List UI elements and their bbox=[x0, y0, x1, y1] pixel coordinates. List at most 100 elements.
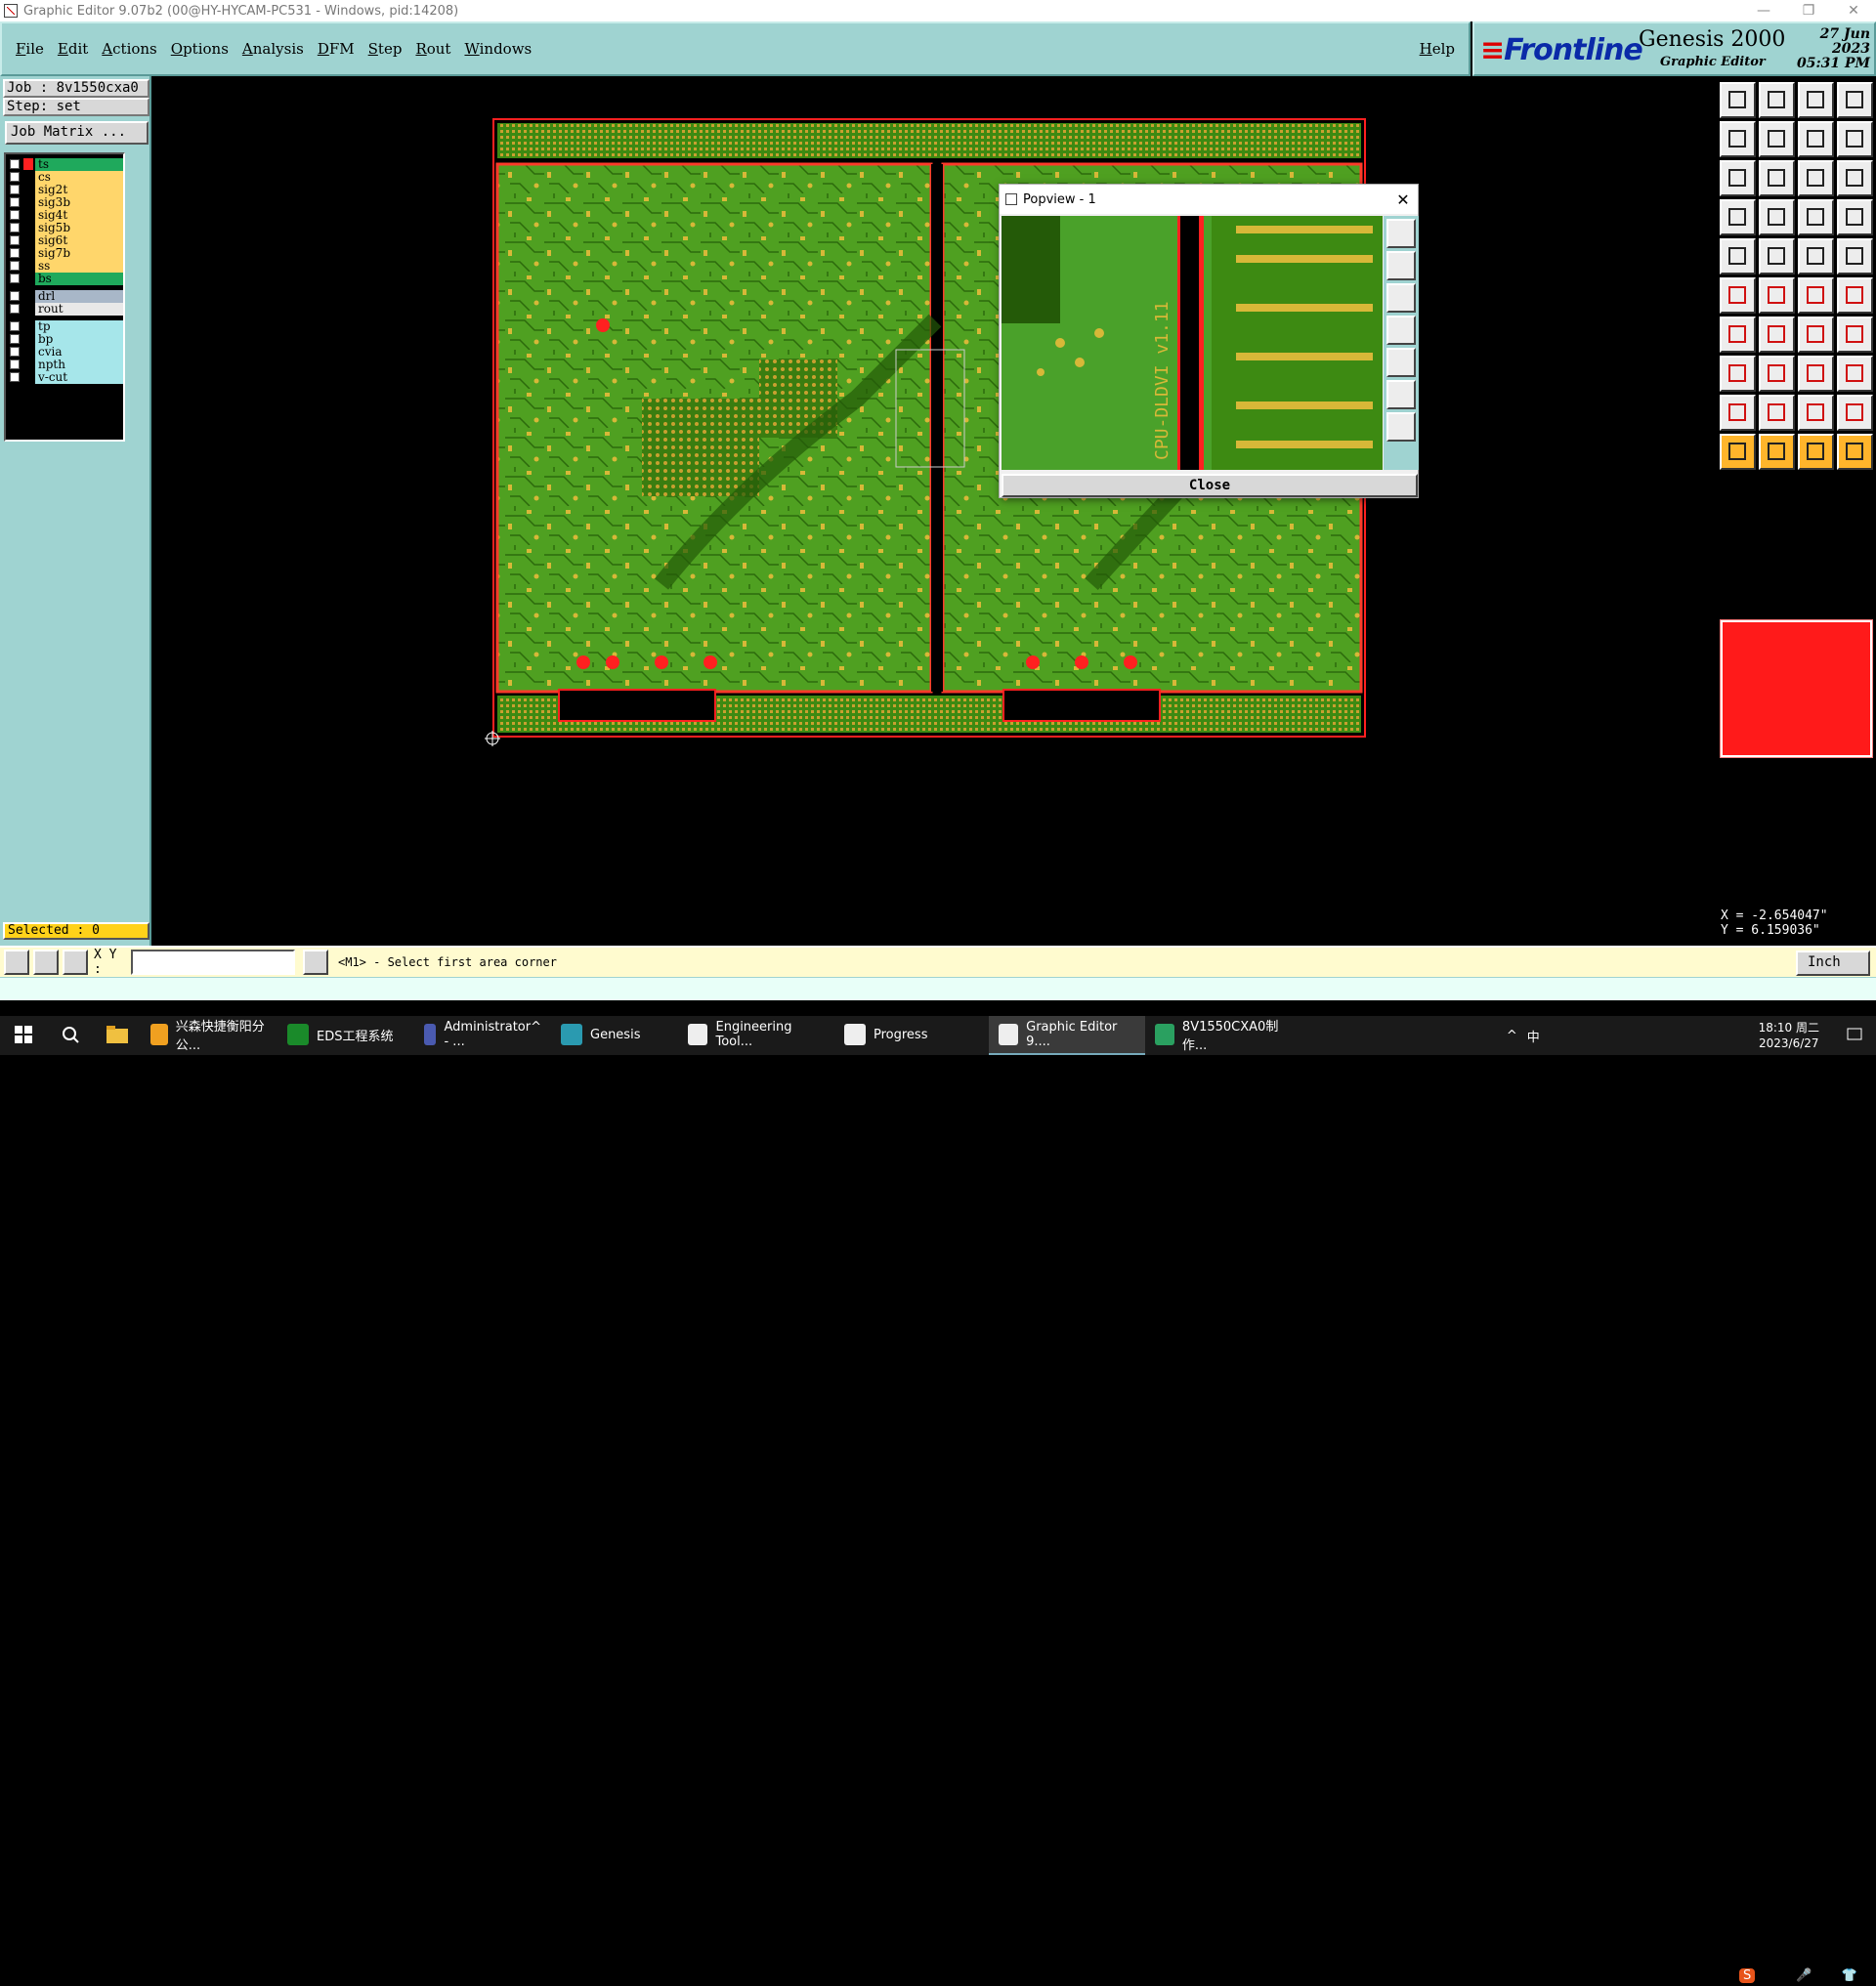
layer-checkbox[interactable] bbox=[10, 359, 20, 369]
info-icon[interactable] bbox=[303, 950, 328, 975]
popview-tool-2[interactable] bbox=[1386, 251, 1416, 280]
ime-punct[interactable]: °, bbox=[1779, 1968, 1790, 1983]
grid-icon[interactable] bbox=[63, 950, 88, 975]
clock[interactable]: 18:10 周二 2023/6/27 bbox=[1745, 1020, 1833, 1051]
sogou-icon[interactable]: S bbox=[1739, 1967, 1756, 1983]
menu-dfm[interactable]: DFM bbox=[318, 40, 355, 58]
zoom-center-icon[interactable] bbox=[1759, 160, 1795, 196]
popview-close-button[interactable]: Close bbox=[1002, 474, 1418, 497]
layer-checkbox[interactable] bbox=[10, 185, 20, 194]
layer-checkbox[interactable] bbox=[10, 223, 20, 232]
layer-row-bp[interactable]: bp bbox=[8, 332, 123, 346]
select-arrow-icon[interactable] bbox=[1720, 434, 1756, 470]
measure-icon[interactable] bbox=[33, 950, 59, 975]
popview-tool-6[interactable] bbox=[1386, 380, 1416, 409]
taskbar-app[interactable]: EDS工程系统 bbox=[277, 1016, 414, 1055]
popview-tool-1[interactable] bbox=[1386, 219, 1416, 248]
popview-close-x[interactable]: ✕ bbox=[1388, 190, 1418, 209]
select-box-icon[interactable] bbox=[1759, 434, 1795, 470]
connect-icon[interactable] bbox=[1798, 277, 1834, 314]
menu-options[interactable]: Options bbox=[171, 40, 229, 58]
layer-checkbox[interactable] bbox=[10, 274, 20, 283]
popview-tool-5[interactable] bbox=[1386, 348, 1416, 377]
layer-checkbox[interactable] bbox=[10, 197, 20, 207]
layer-checkbox[interactable] bbox=[10, 372, 20, 382]
pcb-view[interactable] bbox=[153, 76, 1717, 946]
grid-toggle-icon[interactable] bbox=[1759, 199, 1795, 235]
menu-rout[interactable]: Rout bbox=[415, 40, 450, 58]
ime-keyboard[interactable]: ⌨ bbox=[1817, 1968, 1836, 1983]
ime-menu[interactable]: ⊞ bbox=[1863, 1968, 1874, 1983]
slash-icon[interactable] bbox=[1759, 317, 1795, 353]
triangle-a-icon[interactable] bbox=[1759, 395, 1795, 431]
popview-tool-3[interactable] bbox=[1386, 283, 1416, 313]
mirror-icon[interactable] bbox=[1798, 121, 1834, 157]
layer-checkbox[interactable] bbox=[10, 321, 20, 331]
minimize-button[interactable]: — bbox=[1741, 3, 1786, 19]
popview-image[interactable]: CPU-DLDVI v1.11 bbox=[1002, 216, 1383, 470]
layer-down-icon[interactable] bbox=[1759, 82, 1795, 118]
minus-icon[interactable] bbox=[1759, 356, 1795, 392]
copy-icon[interactable] bbox=[1720, 356, 1756, 392]
layer-up-icon[interactable] bbox=[1720, 82, 1756, 118]
notification-icon[interactable] bbox=[1833, 1016, 1876, 1055]
layer-checkbox[interactable] bbox=[10, 159, 20, 169]
line-icon[interactable] bbox=[1759, 238, 1795, 275]
layer-row-sig4t[interactable]: sig4t bbox=[8, 208, 123, 222]
overview-panel[interactable] bbox=[1720, 619, 1873, 758]
ime-lang[interactable]: 中 bbox=[1761, 1966, 1773, 1985]
layer-checkbox[interactable] bbox=[10, 304, 20, 314]
layer-checkbox[interactable] bbox=[10, 210, 20, 220]
menu-windows[interactable]: Windows bbox=[464, 40, 532, 58]
layer-row-sig6t[interactable]: sig6t bbox=[8, 233, 123, 247]
home-icon[interactable] bbox=[1798, 82, 1834, 118]
snap-pointer-icon[interactable] bbox=[1720, 199, 1756, 235]
split-icon[interactable] bbox=[1837, 317, 1873, 353]
snap-icon[interactable] bbox=[4, 950, 29, 975]
layer-row-npth[interactable]: npth bbox=[8, 358, 123, 371]
split-view-icon[interactable] bbox=[1837, 82, 1873, 118]
tray-lang[interactable]: 中 bbox=[1527, 1027, 1540, 1045]
zoom-fit-icon[interactable] bbox=[1720, 160, 1756, 196]
pan-right-icon[interactable] bbox=[1759, 121, 1795, 157]
popview-tool-7[interactable] bbox=[1386, 412, 1416, 442]
layer-row-cs[interactable]: cs bbox=[8, 170, 123, 184]
layer-row-rout[interactable]: rout bbox=[8, 302, 123, 316]
start-button[interactable] bbox=[0, 1016, 47, 1055]
angle-icon[interactable] bbox=[1720, 317, 1756, 353]
align-icon[interactable] bbox=[1837, 121, 1873, 157]
layer-row-sig2t[interactable]: sig2t bbox=[8, 183, 123, 196]
close-button[interactable]: ✕ bbox=[1831, 3, 1876, 19]
layer-row-ts[interactable]: ts bbox=[8, 157, 123, 171]
layer-checkbox[interactable] bbox=[10, 248, 20, 258]
select-multi-icon[interactable] bbox=[1837, 434, 1873, 470]
popview-tool-4[interactable] bbox=[1386, 316, 1416, 345]
file-explorer-icon[interactable] bbox=[94, 1016, 141, 1055]
layer-row-sig5b[interactable]: sig5b bbox=[8, 221, 123, 234]
triangle-c-icon[interactable] bbox=[1837, 395, 1873, 431]
tray-chevron-icon[interactable]: ^ bbox=[1507, 1029, 1517, 1043]
select-lasso-icon[interactable] bbox=[1798, 434, 1834, 470]
taskbar-app[interactable]: Administrator^ - ... bbox=[414, 1016, 551, 1055]
triangle-icon[interactable] bbox=[1720, 395, 1756, 431]
cross-icon[interactable] bbox=[1759, 277, 1795, 314]
menu-step[interactable]: Step bbox=[368, 40, 403, 58]
taskbar-app[interactable]: 兴森快捷衡阳分公... bbox=[141, 1016, 277, 1055]
ime-skin[interactable]: 👕 bbox=[1842, 1968, 1857, 1983]
pan-left-icon[interactable] bbox=[1720, 121, 1756, 157]
layer-row-tp[interactable]: tp bbox=[8, 319, 123, 333]
taskbar-app[interactable]: Genesis bbox=[551, 1016, 678, 1055]
arc-icon[interactable] bbox=[1798, 317, 1834, 353]
taskbar-app[interactable]: Engineering Tool... bbox=[678, 1016, 834, 1055]
menu-analysis[interactable]: Analysis bbox=[242, 40, 304, 58]
unit-selector[interactable]: Inch bbox=[1796, 951, 1870, 976]
layer-row-sig7b[interactable]: sig7b bbox=[8, 246, 123, 260]
layer-checkbox[interactable] bbox=[10, 334, 20, 344]
net-alt-icon[interactable] bbox=[1837, 199, 1873, 235]
node-icon[interactable] bbox=[1720, 277, 1756, 314]
measure-bar-icon[interactable] bbox=[1798, 238, 1834, 275]
group-icon[interactable] bbox=[1837, 356, 1873, 392]
job-matrix-button[interactable]: Job Matrix ... bbox=[5, 121, 149, 145]
menu-help[interactable]: Help bbox=[1420, 40, 1455, 58]
layer-row-v-cut[interactable]: v-cut bbox=[8, 370, 123, 384]
